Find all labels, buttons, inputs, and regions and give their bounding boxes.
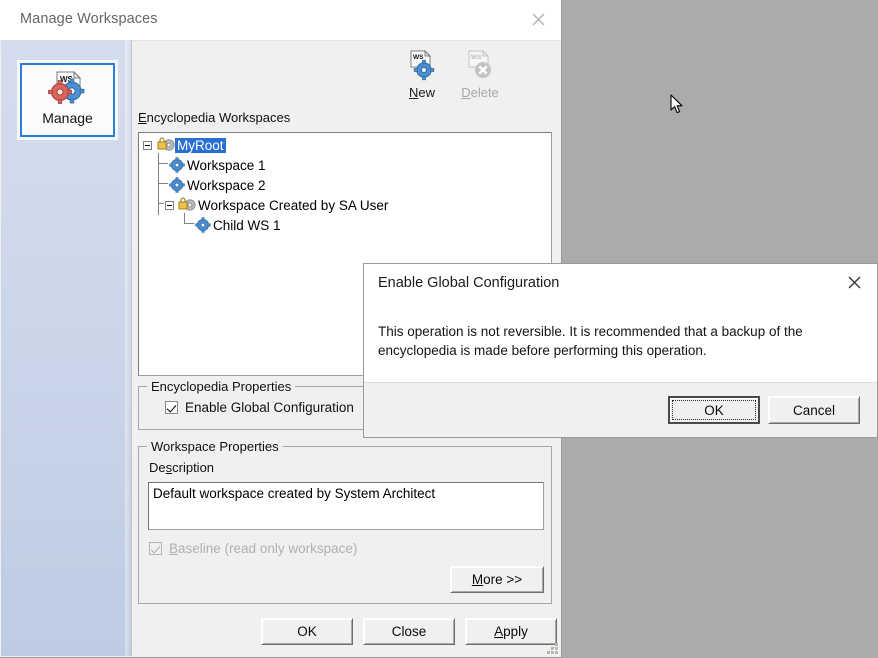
enable-global-configuration-checkbox-row[interactable]: Enable Global Configuration: [165, 400, 354, 415]
locked-workspace-icon: [157, 137, 175, 151]
tree-node-label: Workspace 1: [187, 157, 266, 173]
locked-workspace-icon: [178, 197, 196, 211]
sidebar-item-label: Manage: [42, 110, 93, 126]
encyclopedia-workspaces-label: Encyclopedia Workspaces: [138, 110, 291, 125]
workspace-icon: [169, 157, 185, 173]
workspace-manage-icon: WS: [47, 70, 84, 104]
enable-global-configuration-label: Enable Global Configuration: [185, 400, 354, 415]
tree-expander-minus-icon[interactable]: [165, 200, 174, 210]
dialog-close-button[interactable]: [831, 264, 877, 301]
window-titlebar: Manage Workspaces: [0, 0, 561, 41]
tree-node-sa-workspace[interactable]: Workspace Created by SA User: [165, 195, 390, 215]
workspace-icon: [169, 177, 185, 193]
sidebar-item-manage[interactable]: WS Manage: [16, 59, 119, 141]
baseline-checkbox-row[interactable]: Baseline (read only workspace): [149, 541, 357, 556]
enable-global-configuration-dialog: Enable Global Configuration This operati…: [363, 263, 878, 438]
baseline-label: Baseline (read only workspace): [169, 541, 358, 556]
description-input[interactable]: Default workspace created by System Arch…: [148, 482, 544, 530]
dialog-ok-button[interactable]: OK: [668, 396, 760, 424]
new-workspace-button[interactable]: WS New: [391, 50, 453, 108]
tree-line: [184, 223, 194, 224]
tree-line: [158, 183, 168, 184]
tree-node-child-ws-1[interactable]: Child WS 1: [195, 215, 283, 235]
ok-button-label: OK: [297, 624, 317, 639]
new-workspace-icon: WS: [410, 50, 435, 81]
tree-node-label: Workspace Created by SA User: [198, 197, 389, 213]
delete-workspace-icon: WS: [468, 50, 491, 78]
ok-button[interactable]: OK: [261, 618, 353, 645]
resize-grip[interactable]: [544, 640, 558, 654]
encyclopedia-properties-title: Encyclopedia Properties: [147, 379, 296, 394]
close-button-label: Close: [391, 624, 427, 639]
tree-node-label: Child WS 1: [213, 217, 281, 233]
screen: Manage Workspaces WS Manage WS New WS De…: [0, 0, 878, 658]
workspace-properties-title: Workspace Properties: [147, 439, 283, 454]
enable-global-configuration-checkbox[interactable]: [165, 401, 178, 414]
left-sidebar: WS Manage: [1, 40, 132, 656]
mouse-cursor: [670, 94, 686, 121]
delete-workspace-button[interactable]: WS Delete: [449, 50, 511, 108]
baseline-checkbox: [149, 542, 162, 555]
dialog-message: This operation is not reversible. It is …: [378, 324, 803, 358]
apply-button-label: Apply: [494, 624, 528, 639]
dialog-cancel-button[interactable]: Cancel: [768, 396, 860, 424]
tree-node-root[interactable]: MyRoot: [143, 135, 226, 155]
description-label: Description: [149, 460, 215, 475]
delete-workspace-label: Delete: [461, 85, 499, 100]
tree-node-workspace-1[interactable]: Workspace 1: [169, 155, 268, 175]
window-close-button[interactable]: [515, 0, 561, 39]
dialog-footer: OK Cancel: [364, 382, 877, 437]
dialog-cancel-label: Cancel: [792, 402, 836, 418]
new-workspace-label: New: [408, 85, 435, 100]
close-icon: [532, 13, 544, 26]
more-button-label: More >>: [471, 572, 523, 587]
svg-text:WS: WS: [471, 54, 482, 61]
tree-expander-minus-icon[interactable]: [143, 140, 152, 150]
more-button[interactable]: More >>: [450, 566, 544, 593]
focus-ring: [672, 400, 756, 420]
tree-line: [158, 203, 164, 204]
window-title: Manage Workspaces: [20, 11, 158, 27]
close-icon: [848, 276, 860, 289]
tree-node-label: Workspace 2: [187, 177, 266, 193]
workspace-toolbar: WS New WS Delete: [131, 40, 560, 110]
dialog-title: Enable Global Configuration: [378, 275, 560, 291]
close-button[interactable]: Close: [363, 618, 455, 645]
mouse-pointer-icon: [670, 94, 683, 114]
workspace-icon: [195, 217, 211, 233]
tree-line: [158, 163, 168, 164]
tree-node-label: MyRoot: [175, 137, 226, 153]
tree-node-workspace-2[interactable]: Workspace 2: [169, 175, 268, 195]
